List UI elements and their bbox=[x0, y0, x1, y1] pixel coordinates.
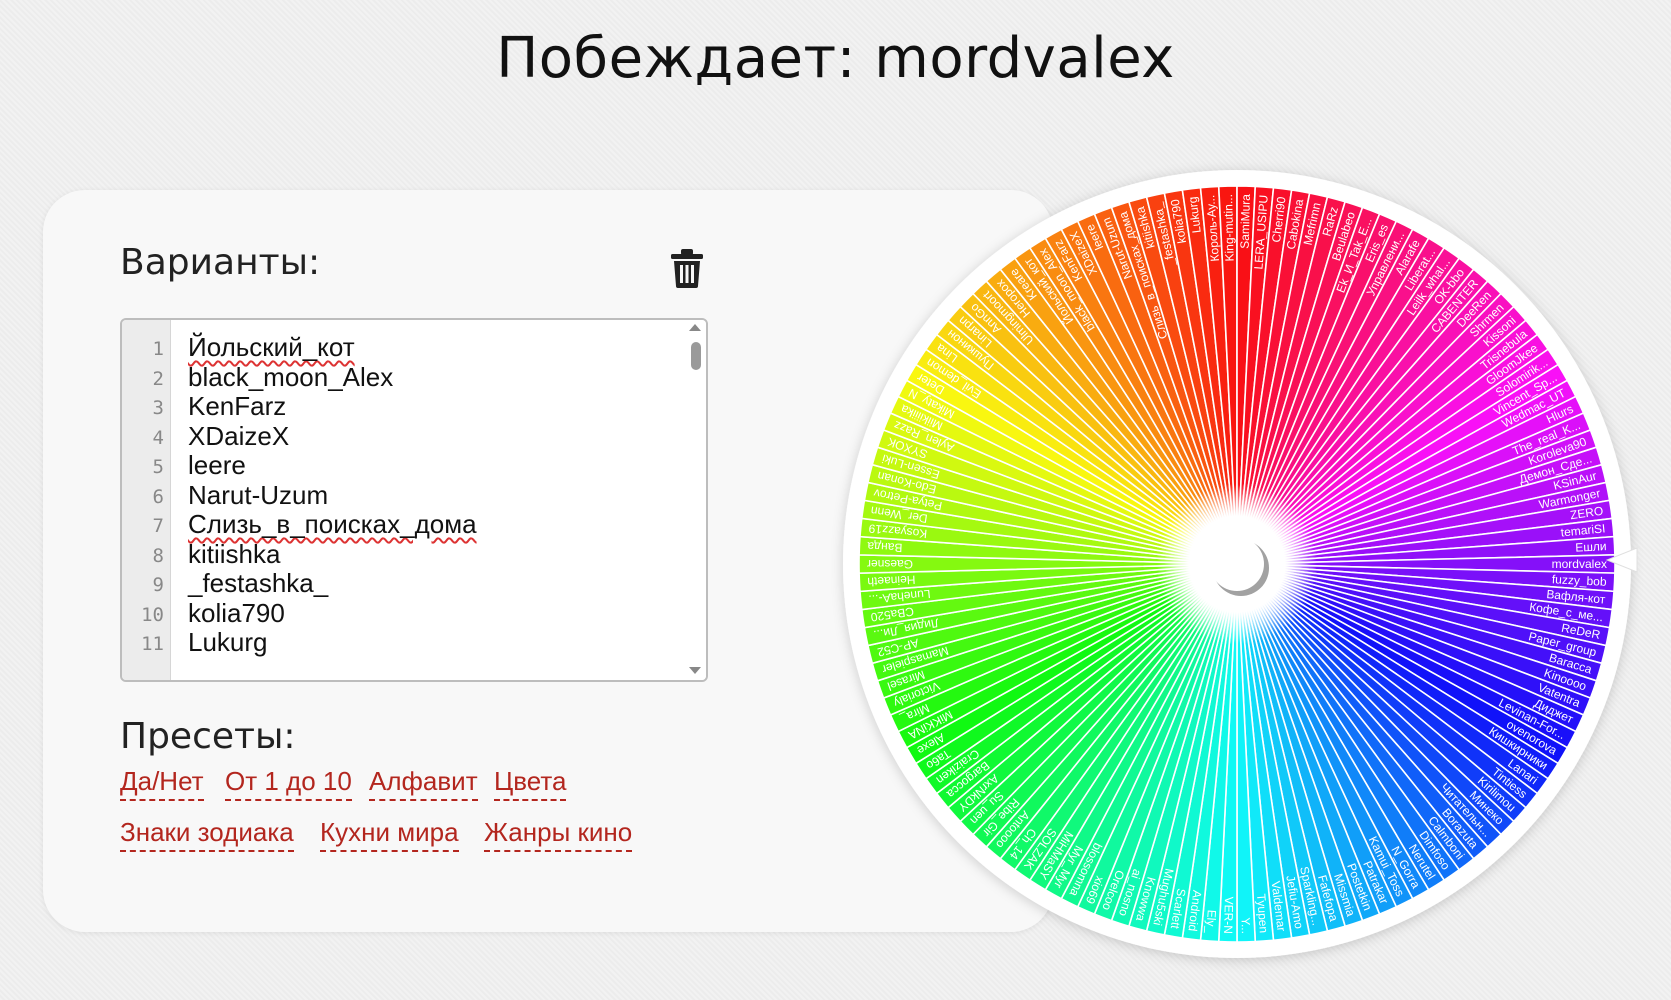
line-number: 9 bbox=[152, 574, 164, 596]
presets-heading: Пресеты: bbox=[120, 716, 296, 757]
line-number: 6 bbox=[152, 485, 164, 508]
variant-text[interactable]: Narut-Uzum bbox=[188, 480, 328, 511]
trash-icon[interactable] bbox=[669, 248, 705, 288]
wheel-label: Ешли bbox=[1575, 539, 1607, 554]
line-number: 10 bbox=[141, 603, 164, 626]
line-number: 5 bbox=[152, 456, 164, 478]
variant-line[interactable]: 5 leere bbox=[122, 450, 682, 481]
variant-text[interactable]: XDaizeX bbox=[188, 421, 289, 452]
wheel-label: Ely_ bbox=[1203, 909, 1219, 934]
variant-line[interactable]: 4 XDaizeX bbox=[122, 421, 682, 452]
line-number: 3 bbox=[152, 397, 164, 419]
wheel-label: VER-N bbox=[1221, 896, 1236, 934]
variant-text[interactable]: _festashka_ bbox=[188, 568, 328, 599]
variant-text[interactable]: kitiishka bbox=[188, 539, 280, 570]
wheel-label: Tyupen bbox=[1254, 893, 1271, 933]
variant-line[interactable]: 8 kitiishka bbox=[122, 539, 682, 570]
wheel-label: fuzzy_bob bbox=[1552, 572, 1608, 589]
scroll-up-icon[interactable] bbox=[689, 324, 701, 331]
variants-editor[interactable]: 1 Йольский_кот 2 black_moon_Alex 3 KenFarz 4 XD… bbox=[120, 318, 708, 682]
variant-line[interactable]: 2 black_moon_Alex bbox=[122, 362, 682, 393]
editor-scrollbar[interactable] bbox=[686, 320, 706, 680]
variant-line[interactable]: 10 kolia790 bbox=[122, 598, 682, 629]
wheel-label: King-mutin... bbox=[1221, 194, 1237, 262]
wheel-label: Y... bbox=[1239, 917, 1253, 934]
line-number: 2 bbox=[152, 367, 164, 390]
scroll-down-icon[interactable] bbox=[689, 667, 701, 674]
wheel-label: Gaesner bbox=[867, 557, 913, 571]
variant-text[interactable]: leere bbox=[188, 450, 246, 481]
variant-text[interactable]: Слизь_в_поисках_дома bbox=[188, 509, 477, 540]
wheel-label: SamiMura bbox=[1238, 194, 1253, 249]
variant-line[interactable]: 6 Narut-Uzum bbox=[122, 480, 682, 511]
preset-1-to-10[interactable]: От 1 до 10 bbox=[225, 766, 352, 801]
line-number: 8 bbox=[152, 544, 164, 567]
line-number: 7 bbox=[152, 515, 164, 537]
preset-movie-genres[interactable]: Жанры кино bbox=[484, 817, 633, 852]
variant-line[interactable]: 11 Lukurg bbox=[122, 627, 682, 658]
variant-line[interactable]: 9 _festashka_ bbox=[122, 568, 682, 599]
variant-text[interactable]: Lukurg bbox=[188, 627, 268, 658]
preset-zodiac[interactable]: Знаки зодиака bbox=[120, 817, 294, 852]
variant-line[interactable]: 1 Йольский_кот bbox=[122, 332, 682, 363]
variant-text[interactable]: KenFarz bbox=[188, 391, 286, 422]
preset-colors[interactable]: Цвета bbox=[494, 766, 567, 801]
variant-text[interactable]: kolia790 bbox=[188, 598, 285, 629]
variant-line[interactable]: 3 KenFarz bbox=[122, 391, 682, 422]
preset-alphabet[interactable]: Алфавит bbox=[369, 766, 478, 801]
fortune-wheel[interactable]: Йольский_кот black_moon_Alex KenFarz XDaize… bbox=[826, 153, 1648, 975]
variant-line[interactable]: 7 Слизь_в_поисках_дома bbox=[122, 509, 682, 540]
variants-heading: Варианты: bbox=[120, 242, 321, 283]
wheel-label: Heinaeth bbox=[867, 573, 916, 589]
variant-text[interactable]: Йольский_кот bbox=[188, 332, 355, 363]
winner-title: Побеждает: mordvalex bbox=[496, 26, 1175, 91]
variant-text[interactable]: black_moon_Alex bbox=[188, 362, 393, 393]
line-number: 11 bbox=[141, 633, 164, 655]
wheel-hub-icon[interactable] bbox=[1210, 537, 1264, 591]
line-number: 1 bbox=[152, 338, 164, 360]
preset-cuisines[interactable]: Кухни мира bbox=[320, 817, 459, 852]
line-number: 4 bbox=[152, 426, 164, 449]
preset-yes-no[interactable]: Да/Нет bbox=[120, 766, 204, 801]
scroll-thumb[interactable] bbox=[691, 342, 701, 370]
wheel-label: mordvalex bbox=[1552, 557, 1607, 571]
wheel-label: Ванда bbox=[867, 539, 903, 555]
